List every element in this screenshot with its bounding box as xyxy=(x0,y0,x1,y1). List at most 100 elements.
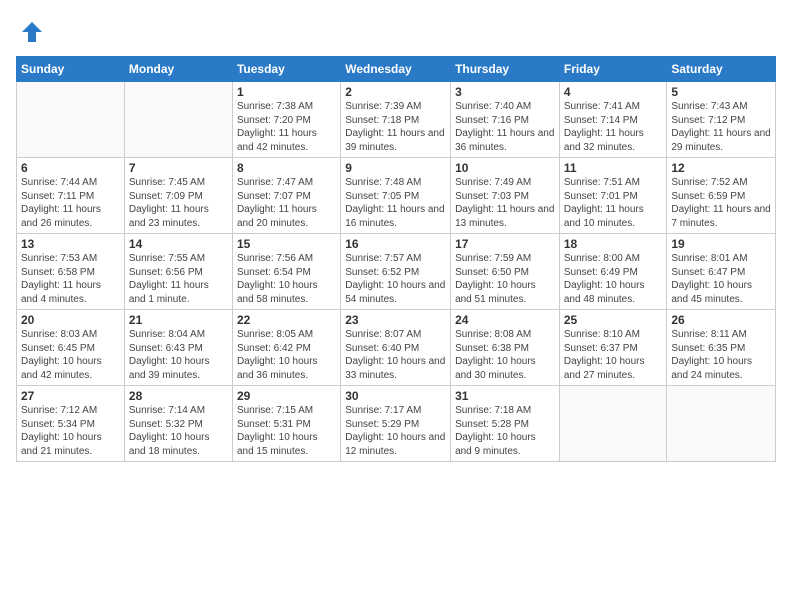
day-number: 9 xyxy=(345,161,446,175)
calendar: SundayMondayTuesdayWednesdayThursdayFrid… xyxy=(16,56,776,462)
day-info: Sunrise: 8:08 AMSunset: 6:38 PMDaylight:… xyxy=(455,328,555,382)
calendar-cell: 7Sunrise: 7:45 AMSunset: 7:09 PMDaylight… xyxy=(124,158,232,234)
day-info: Sunrise: 7:15 AMSunset: 5:31 PMDaylight:… xyxy=(237,404,336,458)
day-number: 30 xyxy=(345,389,446,403)
day-info: Sunrise: 8:00 AMSunset: 6:49 PMDaylight:… xyxy=(564,252,663,306)
calendar-cell: 1Sunrise: 7:38 AMSunset: 7:20 PMDaylight… xyxy=(232,82,340,158)
day-number: 20 xyxy=(21,313,120,327)
day-number: 23 xyxy=(345,313,446,327)
calendar-cell: 26Sunrise: 8:11 AMSunset: 6:35 PMDayligh… xyxy=(667,310,776,386)
day-number: 21 xyxy=(129,313,228,327)
calendar-cell xyxy=(667,386,776,462)
day-number: 2 xyxy=(345,85,446,99)
day-number: 31 xyxy=(455,389,555,403)
calendar-cell: 25Sunrise: 8:10 AMSunset: 6:37 PMDayligh… xyxy=(559,310,667,386)
weekday-header: Sunday xyxy=(17,57,125,82)
calendar-cell: 4Sunrise: 7:41 AMSunset: 7:14 PMDaylight… xyxy=(559,82,667,158)
day-info: Sunrise: 7:49 AMSunset: 7:03 PMDaylight:… xyxy=(455,176,555,230)
day-info: Sunrise: 7:52 AMSunset: 6:59 PMDaylight:… xyxy=(671,176,771,230)
day-number: 11 xyxy=(564,161,663,175)
calendar-cell: 9Sunrise: 7:48 AMSunset: 7:05 PMDaylight… xyxy=(341,158,451,234)
day-info: Sunrise: 7:14 AMSunset: 5:32 PMDaylight:… xyxy=(129,404,228,458)
day-number: 25 xyxy=(564,313,663,327)
day-info: Sunrise: 7:17 AMSunset: 5:29 PMDaylight:… xyxy=(345,404,446,458)
day-info: Sunrise: 8:11 AMSunset: 6:35 PMDaylight:… xyxy=(671,328,771,382)
day-number: 18 xyxy=(564,237,663,251)
calendar-cell: 15Sunrise: 7:56 AMSunset: 6:54 PMDayligh… xyxy=(232,234,340,310)
weekday-header: Saturday xyxy=(667,57,776,82)
calendar-cell: 27Sunrise: 7:12 AMSunset: 5:34 PMDayligh… xyxy=(17,386,125,462)
calendar-cell: 12Sunrise: 7:52 AMSunset: 6:59 PMDayligh… xyxy=(667,158,776,234)
day-info: Sunrise: 7:39 AMSunset: 7:18 PMDaylight:… xyxy=(345,100,446,154)
calendar-week-row: 27Sunrise: 7:12 AMSunset: 5:34 PMDayligh… xyxy=(17,386,776,462)
calendar-cell xyxy=(124,82,232,158)
calendar-cell: 20Sunrise: 8:03 AMSunset: 6:45 PMDayligh… xyxy=(17,310,125,386)
day-info: Sunrise: 7:44 AMSunset: 7:11 PMDaylight:… xyxy=(21,176,120,230)
calendar-week-row: 1Sunrise: 7:38 AMSunset: 7:20 PMDaylight… xyxy=(17,82,776,158)
calendar-cell: 22Sunrise: 8:05 AMSunset: 6:42 PMDayligh… xyxy=(232,310,340,386)
calendar-cell: 21Sunrise: 8:04 AMSunset: 6:43 PMDayligh… xyxy=(124,310,232,386)
calendar-cell: 23Sunrise: 8:07 AMSunset: 6:40 PMDayligh… xyxy=(341,310,451,386)
day-number: 10 xyxy=(455,161,555,175)
day-info: Sunrise: 7:53 AMSunset: 6:58 PMDaylight:… xyxy=(21,252,120,306)
calendar-cell: 19Sunrise: 8:01 AMSunset: 6:47 PMDayligh… xyxy=(667,234,776,310)
calendar-cell: 31Sunrise: 7:18 AMSunset: 5:28 PMDayligh… xyxy=(451,386,560,462)
day-info: Sunrise: 7:51 AMSunset: 7:01 PMDaylight:… xyxy=(564,176,663,230)
day-info: Sunrise: 8:10 AMSunset: 6:37 PMDaylight:… xyxy=(564,328,663,382)
day-number: 13 xyxy=(21,237,120,251)
page: SundayMondayTuesdayWednesdayThursdayFrid… xyxy=(0,0,792,612)
weekday-header: Wednesday xyxy=(341,57,451,82)
day-info: Sunrise: 7:48 AMSunset: 7:05 PMDaylight:… xyxy=(345,176,446,230)
day-number: 24 xyxy=(455,313,555,327)
calendar-cell: 24Sunrise: 8:08 AMSunset: 6:38 PMDayligh… xyxy=(451,310,560,386)
day-number: 22 xyxy=(237,313,336,327)
calendar-cell: 11Sunrise: 7:51 AMSunset: 7:01 PMDayligh… xyxy=(559,158,667,234)
day-number: 7 xyxy=(129,161,228,175)
calendar-cell: 14Sunrise: 7:55 AMSunset: 6:56 PMDayligh… xyxy=(124,234,232,310)
day-number: 19 xyxy=(671,237,771,251)
weekday-header: Friday xyxy=(559,57,667,82)
day-info: Sunrise: 8:05 AMSunset: 6:42 PMDaylight:… xyxy=(237,328,336,382)
day-info: Sunrise: 7:56 AMSunset: 6:54 PMDaylight:… xyxy=(237,252,336,306)
weekday-header: Tuesday xyxy=(232,57,340,82)
day-number: 26 xyxy=(671,313,771,327)
day-number: 15 xyxy=(237,237,336,251)
day-info: Sunrise: 7:59 AMSunset: 6:50 PMDaylight:… xyxy=(455,252,555,306)
calendar-cell: 17Sunrise: 7:59 AMSunset: 6:50 PMDayligh… xyxy=(451,234,560,310)
day-info: Sunrise: 7:47 AMSunset: 7:07 PMDaylight:… xyxy=(237,176,336,230)
day-number: 14 xyxy=(129,237,228,251)
weekday-header: Monday xyxy=(124,57,232,82)
calendar-week-row: 20Sunrise: 8:03 AMSunset: 6:45 PMDayligh… xyxy=(17,310,776,386)
calendar-week-row: 6Sunrise: 7:44 AMSunset: 7:11 PMDaylight… xyxy=(17,158,776,234)
day-number: 27 xyxy=(21,389,120,403)
calendar-cell: 6Sunrise: 7:44 AMSunset: 7:11 PMDaylight… xyxy=(17,158,125,234)
logo xyxy=(16,16,46,46)
day-number: 29 xyxy=(237,389,336,403)
day-info: Sunrise: 7:38 AMSunset: 7:20 PMDaylight:… xyxy=(237,100,336,154)
day-info: Sunrise: 7:57 AMSunset: 6:52 PMDaylight:… xyxy=(345,252,446,306)
day-info: Sunrise: 7:45 AMSunset: 7:09 PMDaylight:… xyxy=(129,176,228,230)
calendar-header-row: SundayMondayTuesdayWednesdayThursdayFrid… xyxy=(17,57,776,82)
day-number: 6 xyxy=(21,161,120,175)
calendar-cell xyxy=(559,386,667,462)
day-info: Sunrise: 8:07 AMSunset: 6:40 PMDaylight:… xyxy=(345,328,446,382)
calendar-cell: 18Sunrise: 8:00 AMSunset: 6:49 PMDayligh… xyxy=(559,234,667,310)
weekday-header: Thursday xyxy=(451,57,560,82)
day-info: Sunrise: 8:04 AMSunset: 6:43 PMDaylight:… xyxy=(129,328,228,382)
day-number: 4 xyxy=(564,85,663,99)
day-number: 12 xyxy=(671,161,771,175)
day-number: 3 xyxy=(455,85,555,99)
day-number: 28 xyxy=(129,389,228,403)
day-info: Sunrise: 8:01 AMSunset: 6:47 PMDaylight:… xyxy=(671,252,771,306)
day-number: 17 xyxy=(455,237,555,251)
logo-arrow-icon xyxy=(18,18,46,46)
calendar-cell xyxy=(17,82,125,158)
day-number: 8 xyxy=(237,161,336,175)
day-info: Sunrise: 7:55 AMSunset: 6:56 PMDaylight:… xyxy=(129,252,228,306)
calendar-cell: 2Sunrise: 7:39 AMSunset: 7:18 PMDaylight… xyxy=(341,82,451,158)
calendar-cell: 28Sunrise: 7:14 AMSunset: 5:32 PMDayligh… xyxy=(124,386,232,462)
day-info: Sunrise: 8:03 AMSunset: 6:45 PMDaylight:… xyxy=(21,328,120,382)
calendar-cell: 13Sunrise: 7:53 AMSunset: 6:58 PMDayligh… xyxy=(17,234,125,310)
calendar-cell: 16Sunrise: 7:57 AMSunset: 6:52 PMDayligh… xyxy=(341,234,451,310)
calendar-cell: 8Sunrise: 7:47 AMSunset: 7:07 PMDaylight… xyxy=(232,158,340,234)
